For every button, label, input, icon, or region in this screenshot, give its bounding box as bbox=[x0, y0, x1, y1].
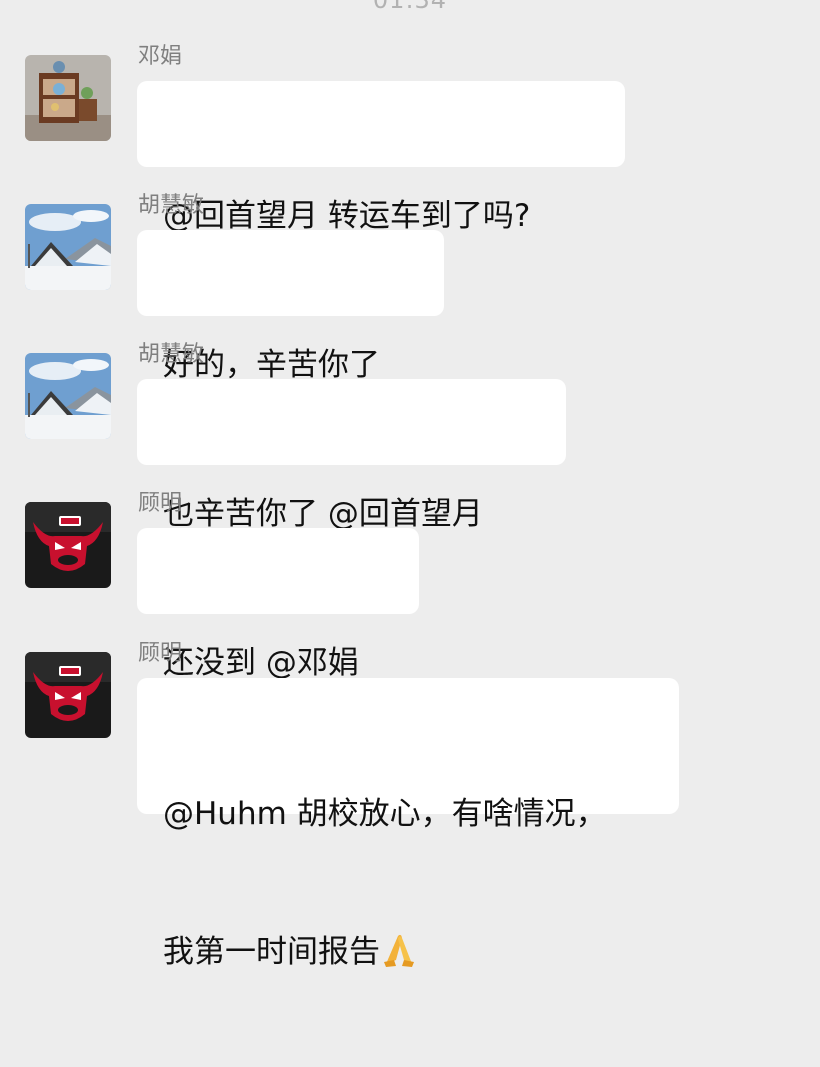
sender-name: 邓娟 bbox=[138, 44, 183, 69]
avatar-gu-ming[interactable] bbox=[25, 502, 111, 588]
message-text-line-with-emoji: 我第一时间报告 bbox=[163, 929, 653, 975]
snowy-village-avatar-icon bbox=[25, 353, 111, 439]
message-bubble[interactable]: @回首望月 转运车到了吗? bbox=[137, 81, 625, 234]
sender-name: 顾明 bbox=[138, 641, 183, 666]
message-text-line: @Huhm 胡校放心，有啥情况， bbox=[163, 796, 607, 832]
message-bubble[interactable]: 好的，辛苦你了 bbox=[137, 230, 444, 383]
message-text-line: 我第一时间报告 bbox=[163, 934, 380, 970]
avatar-gu-ming[interactable] bbox=[25, 652, 111, 738]
snowy-village-avatar-icon bbox=[25, 204, 111, 290]
sender-name: 胡慧敏 bbox=[138, 342, 205, 367]
message-bubble[interactable]: 也辛苦你了 @回首望月 bbox=[137, 379, 566, 532]
avatar-deng-juan[interactable] bbox=[25, 55, 111, 141]
avatar-hu-huimin[interactable] bbox=[25, 204, 111, 290]
shelf-figurines-avatar-icon bbox=[25, 55, 111, 141]
sender-name: 胡慧敏 bbox=[138, 193, 205, 218]
sender-name: 顾明 bbox=[138, 491, 183, 516]
chat-timestamp: 01:34 bbox=[372, 0, 448, 14]
message-bubble[interactable]: @Huhm 胡校放心，有啥情况， 我第一时间报告 bbox=[137, 678, 679, 970]
avatar-hu-huimin[interactable] bbox=[25, 353, 111, 439]
red-bull-avatar-icon bbox=[25, 652, 111, 738]
message-bubble[interactable]: 还没到 @邓娟 bbox=[137, 528, 419, 681]
red-bull-avatar-icon bbox=[25, 502, 111, 588]
folded-hands-icon bbox=[380, 930, 418, 968]
